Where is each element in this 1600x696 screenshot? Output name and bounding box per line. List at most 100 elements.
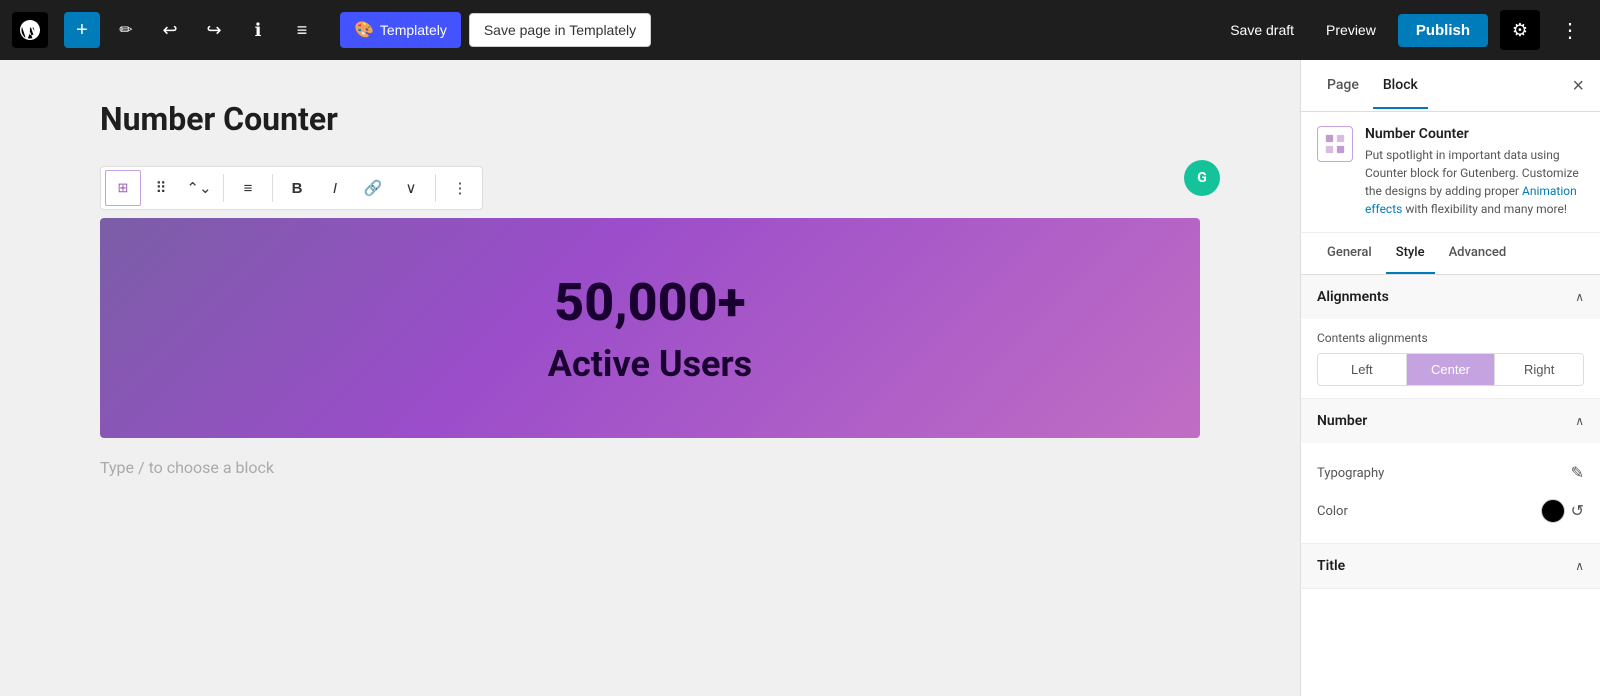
alignment-buttons-group: Left Center Right [1317,353,1584,386]
number-counter-block: 50,000+ Active Users [100,218,1200,438]
typography-label: Typography [1317,466,1384,481]
toolbar-separator [223,174,224,202]
gear-button[interactable]: ⚙ [1500,10,1540,50]
save-templately-button[interactable]: Save page in Templately [469,13,651,47]
save-templately-label: Save page in Templately [484,22,636,38]
style-settings-tab[interactable]: Style [1386,233,1435,274]
bold-icon: B [292,180,303,197]
undo-icon: ↩ [162,20,177,41]
block-more-button[interactable]: ⋮ [442,170,478,206]
editor-inner: G Number Counter ⊞ ⠿ ⌃⌄ ≡ B [100,100,1200,477]
title-section-header[interactable]: Title ∧ [1301,544,1600,588]
alignments-content: Contents alignments Left Center Right [1301,319,1600,398]
alignments-section: Alignments ∧ Contents alignments Left Ce… [1301,275,1600,399]
title-section-chevron-icon: ∧ [1575,559,1584,573]
sidebar-header: Page Block × [1301,60,1600,112]
preview-button[interactable]: Preview [1316,16,1386,44]
more-icon: ⋮ [1560,18,1580,43]
plus-icon: + [76,19,88,42]
align-icon: ≡ [244,180,253,197]
block-info-desc: Put spotlight in important data using Co… [1365,146,1584,218]
toolbar-separator-2 [272,174,273,202]
save-draft-label: Save draft [1230,22,1294,38]
pencil-icon: ✏ [119,20,132,40]
add-block-button[interactable]: + [64,12,100,48]
number-section-chevron-icon: ∧ [1575,414,1584,428]
templately-label: Templately [380,22,447,38]
color-swatch[interactable] [1541,499,1565,523]
save-draft-button[interactable]: Save draft [1220,16,1304,44]
title-section-title: Title [1317,558,1345,574]
more-options-icon: ⋮ [453,179,468,197]
more-formats-button[interactable]: ∨ [393,170,429,206]
more-options-button[interactable]: ⋮ [1552,12,1588,48]
pencil-button[interactable]: ✏ [108,12,144,48]
wp-logo [12,12,48,48]
move-button[interactable]: ⌃⌄ [181,170,217,206]
list-icon: ≡ [297,20,308,41]
type-to-choose-placeholder[interactable]: Type / to choose a block [100,458,1200,477]
main-area: G Number Counter ⊞ ⠿ ⌃⌄ ≡ B [0,60,1600,696]
info-icon: ℹ [255,20,262,41]
color-row: Color ↺ [1317,491,1584,531]
preview-label: Preview [1326,22,1376,38]
list-view-button[interactable]: ≡ [284,12,320,48]
redo-icon: ↪ [206,20,221,41]
info-button[interactable]: ℹ [240,12,276,48]
toolbar-separator-3 [435,174,436,202]
align-right-button[interactable]: Right [1495,354,1583,385]
drag-icon: ⠿ [156,179,167,197]
toolbar-right: Save draft Preview Publish ⚙ ⋮ [1220,10,1588,50]
redo-button[interactable]: ↪ [196,12,232,48]
alignments-title: Alignments [1317,289,1389,305]
typography-row: Typography ✎ [1317,455,1584,491]
link-button[interactable]: 🔗 [355,170,391,206]
alignments-section-header[interactable]: Alignments ∧ [1301,275,1600,319]
align-center-button[interactable]: Center [1407,354,1496,385]
editor-area: G Number Counter ⊞ ⠿ ⌃⌄ ≡ B [0,60,1300,696]
color-label: Color [1317,504,1348,519]
block-title: Number Counter [100,100,1200,138]
sidebar: Page Block × Number Counter Put spotligh… [1300,60,1600,696]
align-button[interactable]: ≡ [230,170,266,206]
block-toolbar: ⊞ ⠿ ⌃⌄ ≡ B I 🔗 [100,166,483,210]
grammarly-icon: G [1184,160,1220,196]
counter-number: 50,000+ [554,272,745,333]
block-info-title: Number Counter [1365,126,1584,142]
top-toolbar: + ✏ ↩ ↪ ℹ ≡ 🎨 Templately Save page in Te… [0,0,1600,60]
updown-icon: ⌃⌄ [186,179,211,197]
chevron-down-icon: ∨ [406,179,417,197]
number-section: Number ∧ Typography ✎ Color ↺ [1301,399,1600,544]
drag-handle-button[interactable]: ⠿ [143,170,179,206]
block-settings-tabs: General Style Advanced [1301,233,1600,275]
advanced-settings-tab[interactable]: Advanced [1439,233,1517,274]
publish-label: Publish [1416,22,1470,39]
number-section-title: Number [1317,413,1367,429]
block-info-text: Number Counter Put spotlight in importan… [1365,126,1584,218]
align-left-button[interactable]: Left [1318,354,1407,385]
number-section-header[interactable]: Number ∧ [1301,399,1600,443]
color-swatch-area: ↺ [1541,499,1584,523]
contents-alignments-label: Contents alignments [1317,331,1584,345]
undo-button[interactable]: ↩ [152,12,188,48]
sidebar-close-button[interactable]: × [1572,76,1584,96]
general-settings-tab[interactable]: General [1317,233,1382,274]
italic-button[interactable]: I [317,170,353,206]
templately-icon: 🎨 [354,20,374,40]
block-info: Number Counter Put spotlight in importan… [1301,112,1600,233]
number-section-content: Typography ✎ Color ↺ [1301,443,1600,543]
title-section: Title ∧ [1301,544,1600,589]
publish-button[interactable]: Publish [1398,14,1488,47]
typography-edit-button[interactable]: ✎ [1571,463,1584,483]
block-tab[interactable]: Block [1373,63,1428,109]
block-type-icon: ⊞ [105,170,141,206]
alignments-chevron-icon: ∧ [1575,290,1584,304]
block-desc-text2: with flexibility and many more! [1405,202,1567,216]
page-tab[interactable]: Page [1317,63,1369,109]
bold-button[interactable]: B [279,170,315,206]
link-icon: 🔗 [364,179,383,197]
color-reset-button[interactable]: ↺ [1571,501,1584,521]
italic-icon: I [333,180,337,197]
block-info-icon [1317,126,1353,162]
templately-button[interactable]: 🎨 Templately [340,12,461,48]
